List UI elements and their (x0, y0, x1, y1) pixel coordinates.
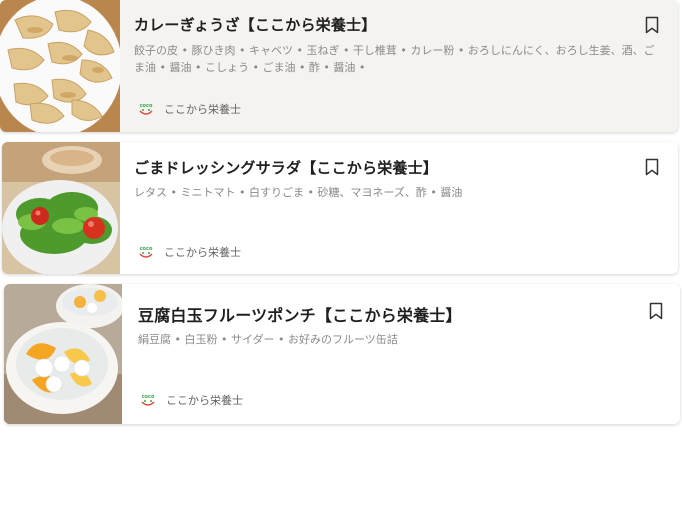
recipe-image-salad[interactable] (2, 142, 120, 274)
recipe-image-fruit-punch[interactable] (4, 284, 122, 424)
author-name: ここから栄養士 (164, 103, 241, 116)
svg-text:coco: coco (140, 246, 153, 252)
recipe-author[interactable]: coco ここから栄養士 (136, 101, 241, 117)
author-name: ここから栄養士 (166, 394, 243, 407)
recipe-ingredients: レタス • ミニトマト • 白すりごま • 砂糖、マヨネーズ、酢 • 醤油 (134, 186, 463, 199)
coco-logo-icon: coco (141, 394, 155, 406)
svg-text:coco: coco (142, 394, 155, 400)
recipe-title[interactable]: ごまドレッシングサラダ【ここから栄養士】 (134, 157, 438, 178)
bookmark-icon[interactable] (645, 158, 659, 176)
recipe-author[interactable]: coco ここから栄養士 (136, 244, 241, 260)
bookmark-icon[interactable] (649, 302, 663, 320)
recipe-title[interactable]: カレーぎょうざ【ここから栄養士】 (134, 14, 376, 35)
recipe-ingredients: 絹豆腐 • 白玉粉 • サイダー • お好みのフルーツ缶詰 (138, 333, 398, 346)
recipe-image-gyoza[interactable] (0, 0, 120, 132)
svg-text:coco: coco (140, 103, 153, 109)
bookmark-icon[interactable] (645, 16, 659, 34)
recipe-author[interactable]: coco ここから栄養士 (138, 392, 243, 408)
recipe-card[interactable]: 豆腐白玉フルーツポンチ【ここから栄養士】 絹豆腐 • 白玉粉 • サイダー • … (4, 284, 680, 424)
recipe-list: カレーぎょうざ【ここから栄養士】 餃子の皮 • 豚ひき肉 • キャベツ • 玉ね… (0, 0, 682, 529)
recipe-ingredients: 餃子の皮 • 豚ひき肉 • キャベツ • 玉ねぎ • 干し椎茸 • カレー粉 •… (134, 44, 655, 74)
recipe-title[interactable]: 豆腐白玉フルーツポンチ【ここから栄養士】 (138, 302, 462, 326)
author-name: ここから栄養士 (164, 246, 241, 259)
coco-logo-icon: coco (139, 103, 153, 115)
recipe-card[interactable]: ごまドレッシングサラダ【ここから栄養士】 レタス • ミニトマト • 白すりごま… (2, 142, 678, 274)
recipe-card[interactable]: カレーぎょうざ【ここから栄養士】 餃子の皮 • 豚ひき肉 • キャベツ • 玉ね… (0, 0, 678, 132)
coco-logo-icon: coco (139, 246, 153, 258)
